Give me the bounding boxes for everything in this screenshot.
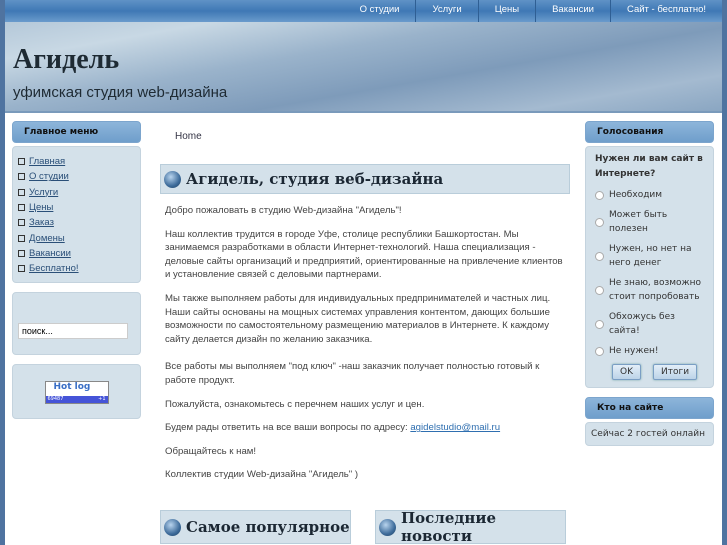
vote-ok-button[interactable]: OK [612,364,641,380]
radio-button[interactable] [595,285,604,295]
online-text: Сейчас 2 гостей онлайн [585,422,714,446]
poll-option[interactable]: Нужен, но нет на него денег [595,242,704,270]
menu-item[interactable]: Бесплатно! [18,261,140,276]
bullet-icon [164,170,181,188]
menu-item[interactable]: Услуги [18,185,140,200]
radio-button[interactable] [595,190,604,200]
menu-item[interactable]: Домены [18,230,140,245]
bullet-icon [379,518,396,536]
poll-option-label: Не знаю, возможно стоит попробовать [609,278,702,302]
header: О студии Услуги Цены Вакансии Сайт - бес… [5,0,722,113]
menu-link[interactable]: Заказ [29,217,54,228]
radio-button[interactable] [595,346,604,356]
right-column: Голосования Нужен ли вам сайт в Интернет… [585,121,714,455]
menu-link[interactable]: Вакансии [29,248,71,259]
article-body: Добро пожаловать в студию Web-дизайна "А… [160,194,570,482]
nav-about[interactable]: О студии [344,0,416,22]
bullet-square-icon [18,219,25,227]
menu-link[interactable]: О студии [29,171,69,182]
poll-option[interactable]: Может быть полезен [595,208,704,236]
nav-free-site[interactable]: Сайт - бесплатно! [609,0,722,22]
poll-option[interactable]: Необходим [595,188,704,202]
online-title: Кто на сайте [585,397,714,419]
left-column: Главное меню Главная О студии Услуги Цены За… [12,121,141,428]
menu-item[interactable]: О студии [18,169,140,184]
article-title: Агидель, студия веб-дизайна [160,164,570,194]
breadcrumb[interactable]: Home [175,131,570,142]
paragraph: Коллектив студии Web-дизайна "Агидель" ) [165,469,359,481]
poll-option-label: Необходим [609,190,663,200]
paragraph: Добро пожаловать в студию Web-дизайна "А… [165,205,402,216]
menu-link[interactable]: Домены [29,233,65,244]
menu-link[interactable]: Бесплатно! [29,263,79,274]
popular-title: Самое популярное [186,518,350,536]
counter-views: 69487 [47,396,64,403]
main-menu: Главная О студии Услуги Цены Заказ Домены Вака… [12,146,141,284]
site-slogan: уфимская студия web-дизайна [13,84,228,101]
poll-option[interactable]: Не знаю, возможно стоит попробовать [595,276,704,304]
news-title: Последние новости [401,509,497,545]
poll-results-button[interactable]: Итоги [653,364,698,380]
poll: Нужен ли вам сайт в Интернете? Необходим… [585,146,714,388]
radio-button[interactable] [595,217,604,227]
email-link[interactable]: agidelstudio@mail.ru [410,422,500,433]
poll-question: Нужен ли вам сайт в Интернете? [595,154,703,179]
hotlog-counter[interactable]: Hot log 69487 +1 [44,381,109,405]
counter-logo: Hot log [53,382,91,393]
menu-item[interactable]: Главная [18,154,140,169]
paragraph: Пожалуйста, ознакомьтесь с перечнем наши… [165,398,425,410]
bullet-square-icon [18,204,25,212]
page: О студии Услуги Цены Вакансии Сайт - бес… [5,0,722,545]
main-menu-title: Главное меню [12,121,141,143]
menu-item[interactable]: Заказ [18,215,140,230]
counter-today: +1 [98,396,106,403]
nav-vacancies[interactable]: Вакансии [535,0,610,22]
bullet-square-icon [18,158,25,166]
counter-box: Hot log 69487 +1 [12,364,141,420]
article-title-text: Агидель, студия веб-дизайна [186,170,444,188]
paragraph: Мы также выполняем работы для индивидуал… [165,292,551,345]
menu-link[interactable]: Главная [29,156,65,167]
search-input[interactable] [18,323,128,340]
paragraph: Наш коллектив трудится в городе Уфе, сто… [165,228,563,281]
bullet-icon [164,518,181,536]
top-nav: О студии Услуги Цены Вакансии Сайт - бес… [5,0,722,22]
paragraph: Все работы мы выполняем "под ключ" -наш … [165,361,540,386]
poll-title: Голосования [585,121,714,143]
news-heading: Последние новости [375,509,566,545]
menu-link[interactable]: Услуги [29,187,58,198]
paragraph: Будем рады ответить на все ваши вопросы … [165,421,565,435]
poll-option[interactable]: Обхожусь без сайта! [595,310,704,338]
poll-option-label: Может быть полезен [609,210,668,234]
menu-item[interactable]: Вакансии [18,246,140,261]
popular-heading: Самое популярное [160,510,351,544]
bullet-square-icon [18,265,25,273]
contact-text: Будем рады ответить на все ваши вопросы … [165,422,411,434]
bullet-square-icon [18,249,25,257]
menu-link[interactable]: Цены [29,202,53,213]
poll-option-label: Нужен, но нет на него денег [609,244,692,268]
nav-prices[interactable]: Цены [477,0,535,22]
site-title: Агидель [13,44,120,75]
main-content: Home Агидель, студия веб-дизайна Добро п… [160,121,570,492]
poll-option[interactable]: Не нужен! [595,344,704,358]
bullet-square-icon [18,188,25,196]
radio-button[interactable] [595,319,604,329]
nav-services[interactable]: Услуги [415,0,477,22]
menu-item[interactable]: Цены [18,200,140,215]
bullet-square-icon [18,234,25,242]
poll-option-label: Не нужен! [609,346,659,356]
poll-option-label: Обхожусь без сайта! [609,312,675,336]
radio-button[interactable] [595,251,604,261]
search-box [12,292,141,356]
paragraph: Обращайтесь к нам! [165,445,257,457]
bullet-square-icon [18,173,25,181]
